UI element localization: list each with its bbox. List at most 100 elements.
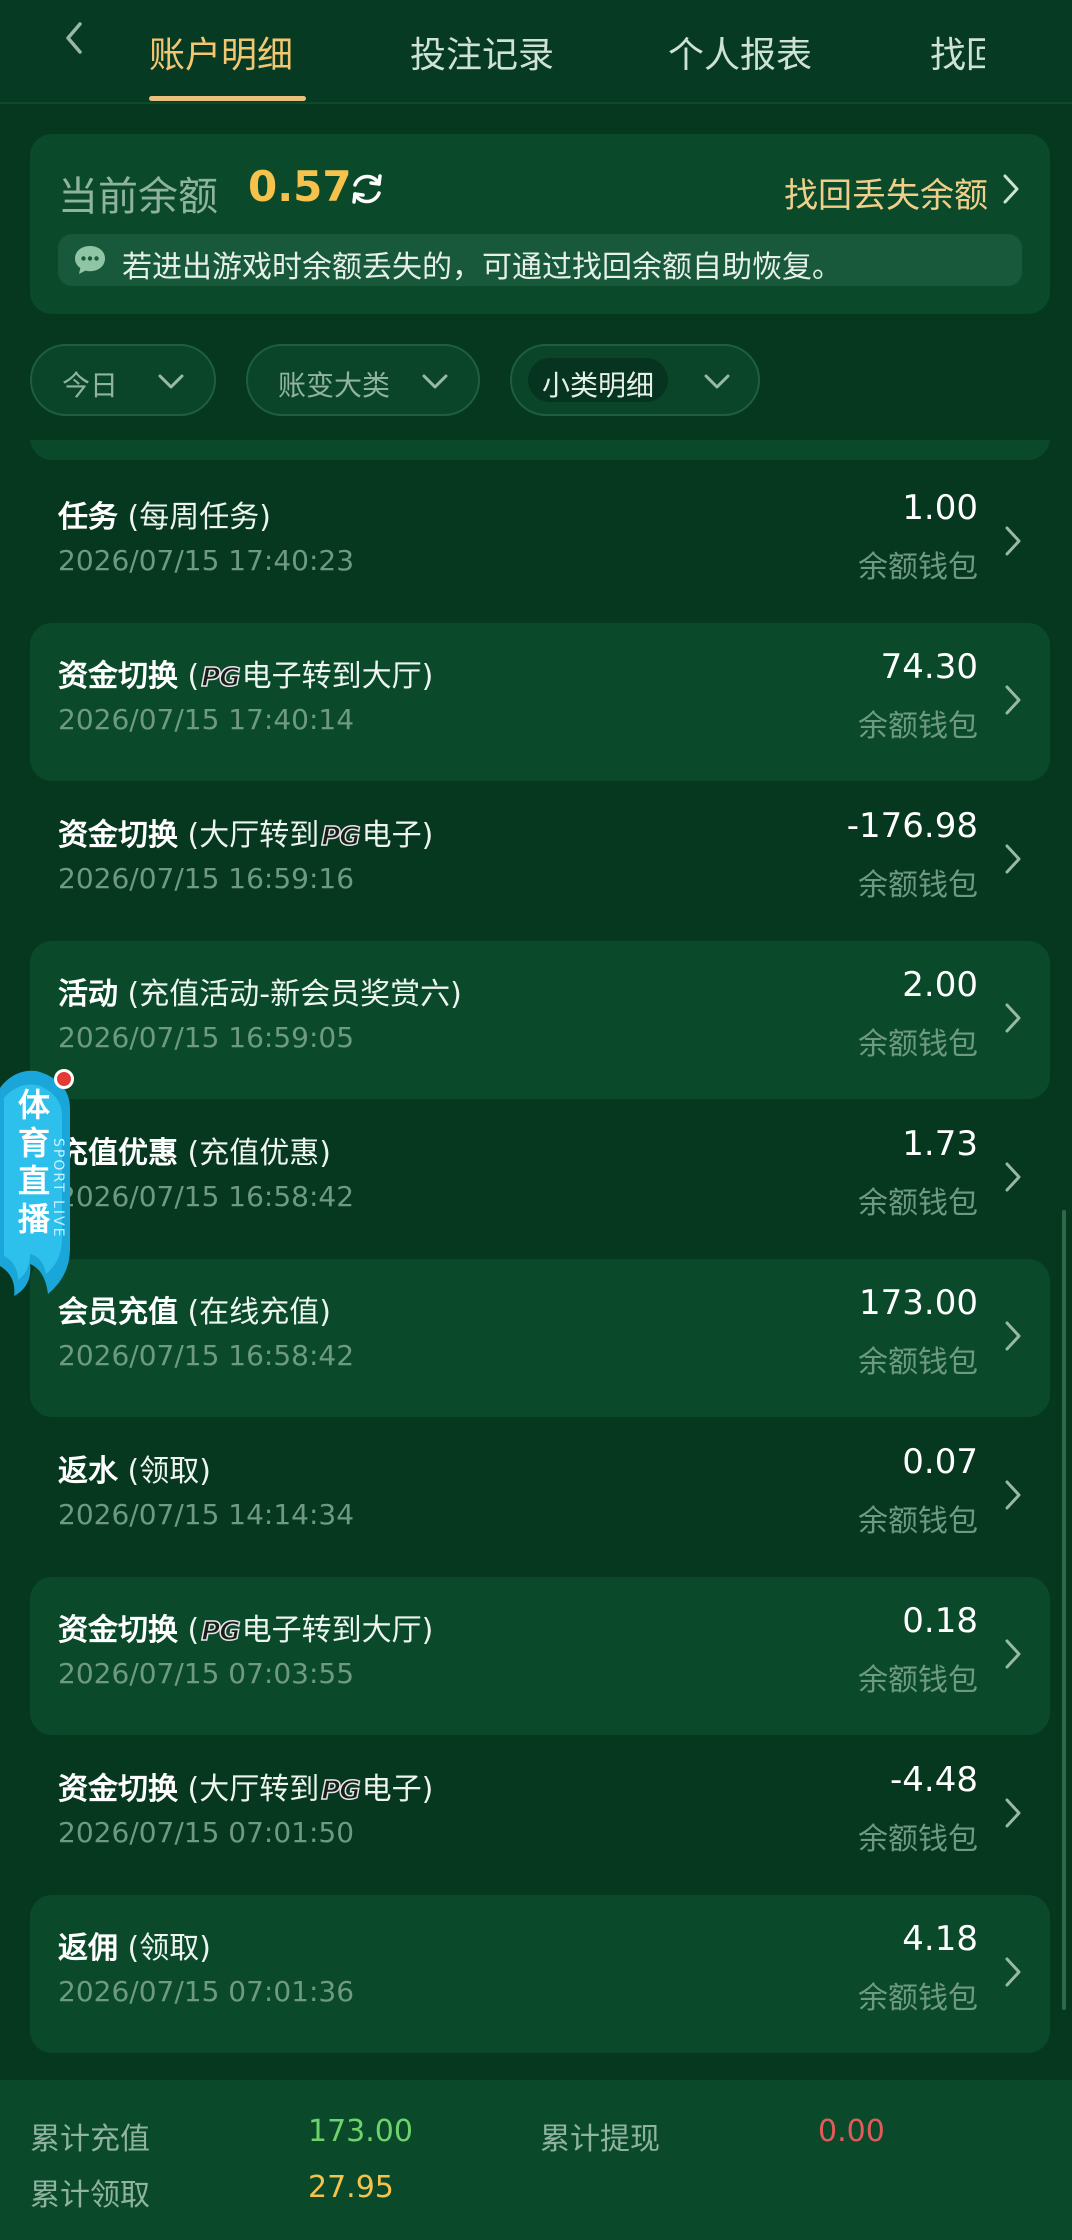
list-item[interactable]: 会员充值 (在线充值) 2026/07/15 16:58:42 173.00 余…	[30, 1259, 1050, 1417]
tab-bet-records[interactable]: 投注记录	[410, 26, 554, 78]
list-item[interactable]: 活动 (充值活动-新会员奖赏六) 2026/07/15 16:59:05 2.0…	[30, 941, 1050, 1099]
record-wallet: 余额钱包	[858, 868, 978, 903]
record-time: 2026/07/15 14:14:34	[58, 1498, 355, 1531]
record-time: 2026/07/15 16:58:42	[58, 1339, 355, 1372]
filter-label: 账变大类	[278, 369, 391, 402]
record-time: 2026/07/15 07:01:36	[58, 1975, 355, 2008]
total-withdraw-label: 累计提现	[540, 2122, 660, 2157]
record-title: 资金切换 (PG电子转到大厅)	[58, 651, 433, 695]
total-deposit-label: 累计充值	[30, 2122, 150, 2157]
pg-logo-icon: PG	[200, 1616, 241, 1648]
record-subtype: (PG电子转到大厅)	[178, 1613, 434, 1648]
sport-live-badge[interactable]: 体育直播 SPORT LIVE	[0, 1068, 74, 1300]
record-type: 返水	[58, 1454, 118, 1489]
record-amount: 0.07	[902, 1442, 978, 1482]
record-title: 会员充值 (在线充值)	[58, 1287, 331, 1331]
chevron-right-icon	[1005, 1321, 1021, 1351]
notice-text: 若进出游戏时余额丢失的，可通过找回余额自助恢复。	[122, 250, 842, 285]
tab-personal-report[interactable]: 个人报表	[668, 26, 812, 78]
pg-logo-icon: PG	[320, 1775, 361, 1807]
record-time: 2026/07/15 07:03:55	[58, 1657, 355, 1690]
chevron-right-icon	[1005, 1798, 1021, 1828]
record-wallet: 余额钱包	[858, 1345, 978, 1380]
record-title: 任务 (每周任务)	[58, 492, 271, 536]
filter-label: 今日	[62, 369, 119, 402]
chevron-right-icon	[1005, 1003, 1021, 1033]
date-filter-dropdown[interactable]: 今日	[30, 344, 216, 416]
tab-account-details[interactable]: 账户明细	[149, 26, 293, 78]
record-time: 2026/07/15 16:58:42	[58, 1180, 355, 1213]
recover-balance-link[interactable]: 找回丢失余额	[784, 168, 988, 217]
list-item[interactable]	[30, 440, 1050, 460]
active-tab-indicator	[149, 96, 306, 101]
record-type: 返佣	[58, 1931, 118, 1966]
record-time: 2026/07/15 07:01:50	[58, 1816, 355, 1849]
summary-footer: 累计充值 173.00 累计提现 0.00 累计领取 27.95	[0, 2080, 1072, 2240]
list-item[interactable]: 资金切换 (PG电子转到大厅) 2026/07/15 17:40:14 74.3…	[30, 623, 1050, 781]
record-title: 资金切换 (大厅转到PG电子)	[58, 1764, 433, 1808]
total-withdraw-value: 0.00	[818, 2114, 885, 2149]
record-type: 资金切换	[58, 818, 178, 853]
record-amount: -176.98	[846, 806, 978, 846]
pg-logo-icon: PG	[320, 821, 361, 853]
list-item[interactable]: 返水 (领取) 2026/07/15 14:14:34 0.07 余额钱包	[30, 1418, 1050, 1576]
chevron-down-icon	[704, 374, 730, 389]
record-time: 2026/07/15 17:40:14	[58, 703, 355, 736]
record-title: 充值优惠 (充值优惠)	[58, 1128, 331, 1172]
record-type: 资金切换	[58, 1772, 178, 1807]
record-wallet: 余额钱包	[858, 1822, 978, 1857]
record-type: 资金切换	[58, 659, 178, 694]
record-wallet: 余额钱包	[858, 1981, 978, 2016]
filter-label: 小类明细	[528, 358, 669, 402]
record-amount: 74.30	[880, 647, 978, 687]
record-subtype: (领取)	[118, 1931, 211, 1966]
tab-recover[interactable]: 找回	[930, 26, 985, 78]
scrollbar[interactable]	[1062, 1210, 1066, 2010]
record-title: 资金切换 (PG电子转到大厅)	[58, 1605, 433, 1649]
record-subtype: (在线充值)	[178, 1295, 331, 1330]
chevron-right-icon	[1005, 1162, 1021, 1192]
list-item[interactable]: 资金切换 (大厅转到PG电子) 2026/07/15 16:59:16 -176…	[30, 782, 1050, 940]
record-title: 资金切换 (大厅转到PG电子)	[58, 810, 433, 854]
top-navigation-bar: 账户明细 投注记录 个人报表 找回	[0, 0, 1072, 104]
subcategory-filter-dropdown[interactable]: 小类明细	[510, 344, 760, 416]
record-amount: 2.00	[902, 965, 978, 1005]
chevron-down-icon	[158, 374, 184, 389]
record-type: 充值优惠	[58, 1136, 178, 1171]
balance-value: 0.57	[248, 162, 352, 211]
record-subtype: (大厅转到PG电子)	[178, 818, 434, 853]
record-amount: 1.00	[902, 488, 978, 528]
chevron-right-icon	[1005, 1639, 1021, 1669]
list-item[interactable]: 资金切换 (大厅转到PG电子) 2026/07/15 07:01:50 -4.4…	[30, 1736, 1050, 1894]
record-subtype: (充值优惠)	[178, 1136, 331, 1171]
chevron-down-icon	[422, 374, 448, 389]
chevron-right-icon[interactable]	[998, 172, 1024, 206]
chevron-right-icon	[1005, 1957, 1021, 1987]
list-item[interactable]: 任务 (每周任务) 2026/07/15 17:40:23 1.00 余额钱包	[30, 464, 1050, 622]
chevron-right-icon	[1005, 526, 1021, 556]
record-subtype: (PG电子转到大厅)	[178, 659, 434, 694]
recover-notice: 若进出游戏时余额丢失的，可通过找回余额自助恢复。	[58, 234, 1022, 286]
record-wallet: 余额钱包	[858, 550, 978, 585]
record-type: 会员充值	[58, 1295, 178, 1330]
record-wallet: 余额钱包	[858, 1027, 978, 1062]
record-subtype: (充值活动-新会员奖赏六)	[118, 977, 462, 1012]
list-item[interactable]: 资金切换 (PG电子转到大厅) 2026/07/15 07:03:55 0.18…	[30, 1577, 1050, 1735]
record-amount: 1.73	[902, 1124, 978, 1164]
notification-dot	[54, 1069, 74, 1089]
chevron-right-icon	[1005, 844, 1021, 874]
record-title: 返水 (领取)	[58, 1446, 211, 1490]
sport-live-sub: SPORT LIVE	[50, 1138, 66, 1239]
category-filter-dropdown[interactable]: 账变大类	[246, 344, 480, 416]
record-amount: 173.00	[859, 1283, 978, 1323]
record-subtype: (每周任务)	[118, 500, 271, 535]
transaction-list: 任务 (每周任务) 2026/07/15 17:40:23 1.00 余额钱包 …	[0, 440, 1072, 2080]
record-type: 资金切换	[58, 1613, 178, 1648]
record-amount: -4.48	[890, 1760, 978, 1800]
sport-live-label: 体育直播	[17, 1086, 50, 1238]
record-subtype: (领取)	[118, 1454, 211, 1489]
list-item[interactable]: 返佣 (领取) 2026/07/15 07:01:36 4.18 余额钱包	[30, 1895, 1050, 2053]
list-item[interactable]: 充值优惠 (充值优惠) 2026/07/15 16:58:42 1.73 余额钱…	[30, 1100, 1050, 1258]
record-type: 活动	[58, 977, 118, 1012]
refresh-icon[interactable]	[348, 170, 386, 208]
